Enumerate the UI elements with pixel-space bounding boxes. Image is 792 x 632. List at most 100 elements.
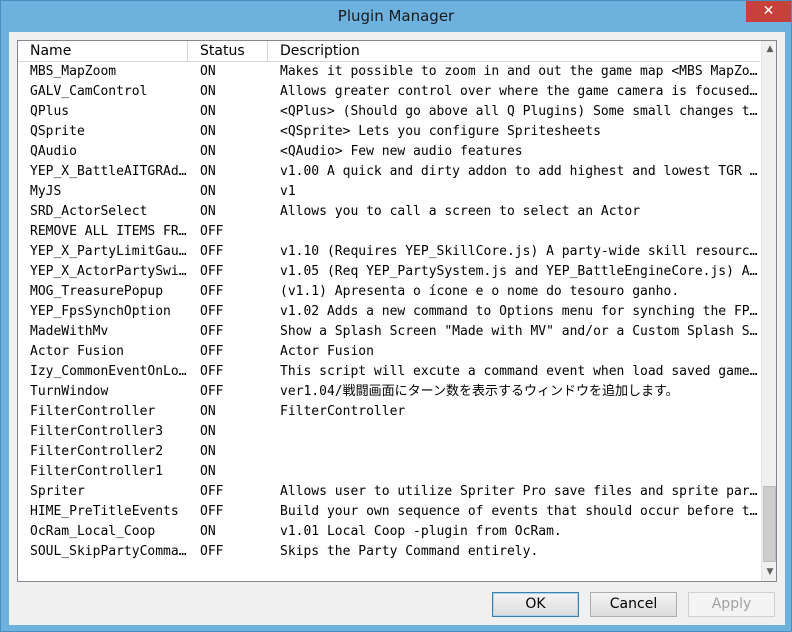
table-row[interactable]: YEP_X_PartyLimitGauge OFF v1.10 (Requires …	[18, 242, 760, 262]
plugin-description: v1.00 A quick and dirty addon to add hig…	[280, 164, 758, 179]
plugin-description: Allows user to utilize Spriter Pro save …	[280, 484, 758, 499]
scroll-up-icon[interactable]: ▲	[762, 41, 776, 58]
table-row[interactable]: SOUL_SkipPartyCommand OFF Skips the Party …	[18, 542, 760, 562]
plugin-name: FilterController2	[30, 444, 164, 459]
plugin-status: ON	[200, 524, 216, 539]
plugin-name: REMOVE ALL ITEMS FROM…	[30, 224, 194, 239]
plugin-description: <QAudio> Few new audio features	[280, 144, 523, 159]
table-row[interactable]: MOG_TreasurePopup OFF (v1.1) Apresenta o í…	[18, 282, 760, 302]
table-row[interactable]: HIME_PreTitleEvents OFF Build your own seq…	[18, 502, 760, 522]
plugin-name: YEP_X_PartyLimitGauge	[30, 244, 194, 259]
plugin-name: Izy_CommonEventOnLoad	[30, 364, 194, 379]
table-row[interactable]: QAudio ON <QAudio> Few new audio features	[18, 142, 760, 162]
table-row[interactable]: OcRam_Local_Coop ON v1.01 Local Coop -plug…	[18, 522, 760, 542]
plugin-status: OFF	[200, 264, 224, 279]
column-header-name[interactable]: Name	[18, 41, 188, 62]
plugin-status: OFF	[200, 224, 224, 239]
plugin-description	[280, 222, 758, 242]
plugin-description: Makes it possible to zoom in and out the…	[280, 64, 758, 79]
plugin-description: This script will excute a command event …	[280, 364, 758, 379]
title-bar[interactable]: Plugin Manager ✕	[1, 1, 791, 32]
plugin-description	[280, 462, 758, 482]
scroll-down-icon[interactable]: ▼	[762, 564, 776, 581]
table-row[interactable]: FilterController2 ON	[18, 442, 760, 462]
plugin-description: v1.10 (Requires YEP_SkillCore.js) A part…	[280, 244, 758, 259]
plugin-status: ON	[200, 124, 216, 139]
table-row[interactable]: YEP_X_ActorPartySwitch OFF v1.05 (Req YEP_…	[18, 262, 760, 282]
table-row[interactable]: TurnWindow OFF ver1.04/戦闘画面にターン数を表示するウィンドウ…	[18, 382, 760, 402]
plugin-status: ON	[200, 84, 216, 99]
table-row[interactable]: Izy_CommonEventOnLoad OFF This script will…	[18, 362, 760, 382]
plugin-name: Spriter	[30, 484, 85, 499]
plugin-name: YEP_X_BattleAITGRAddon	[30, 164, 194, 179]
plugin-description: Allows greater control over where the ga…	[280, 84, 758, 99]
plugin-name: YEP_X_ActorPartySwitch	[30, 264, 194, 279]
cancel-button[interactable]: Cancel	[590, 592, 677, 617]
plugin-name: FilterController3	[30, 424, 164, 439]
plugin-description: <QSprite> Lets you configure Spritesheet…	[280, 124, 601, 139]
plugin-name: FilterController	[30, 404, 156, 419]
close-icon[interactable]: ✕	[746, 1, 791, 22]
plugin-description	[280, 422, 758, 442]
table-row[interactable]: FilterController1 ON	[18, 462, 760, 482]
plugin-name: Actor Fusion	[30, 344, 124, 359]
scrollbar-thumb[interactable]	[763, 486, 776, 562]
plugin-name: SOUL_SkipPartyCommand	[30, 544, 194, 559]
plugin-name: MBS_MapZoom	[30, 64, 117, 79]
plugin-name: MyJS	[30, 184, 62, 199]
plugin-description: v1	[280, 184, 296, 199]
plugin-status: OFF	[200, 324, 224, 339]
table-row[interactable]: REMOVE ALL ITEMS FROM… OFF	[18, 222, 760, 242]
plugin-status: ON	[200, 164, 216, 179]
plugin-list[interactable]: Name Status Description MBS_MapZoom ON Mak…	[17, 40, 777, 582]
plugin-name: QPlus	[30, 104, 70, 119]
table-row[interactable]: MyJS ON v1	[18, 182, 760, 202]
table-row[interactable]: Actor Fusion OFF Actor Fusion	[18, 342, 760, 362]
plugin-description	[280, 442, 758, 462]
table-row[interactable]: Spriter OFF Allows user to utilize Spriter…	[18, 482, 760, 502]
table-row[interactable]: MBS_MapZoom ON Makes it possible to zoom i…	[18, 62, 760, 82]
plugin-description: v1.05 (Req YEP_PartySystem.js and YEP_Ba…	[280, 264, 758, 279]
apply-button[interactable]: Apply	[688, 592, 775, 617]
plugin-rows: MBS_MapZoom ON Makes it possible to zoom i…	[18, 62, 760, 581]
table-row[interactable]: FilterController3 ON	[18, 422, 760, 442]
plugin-description: (v1.1) Apresenta o ícone e o nome do tes…	[280, 284, 680, 299]
table-row[interactable]: FilterController ON FilterController	[18, 402, 760, 422]
table-row[interactable]: GALV_CamControl ON Allows greater control …	[18, 82, 760, 102]
plugin-name: MadeWithMv	[30, 324, 109, 339]
ok-button[interactable]: OK	[492, 592, 579, 617]
plugin-description: ver1.04/戦闘画面にターン数を表示するウィンドウを追加します。	[280, 384, 679, 399]
column-header-status[interactable]: Status	[188, 41, 268, 62]
table-row[interactable]: SRD_ActorSelect ON Allows you to call a sc…	[18, 202, 760, 222]
plugin-status: OFF	[200, 504, 224, 519]
plugin-description: v1.02 Adds a new command to Options menu…	[280, 304, 758, 319]
plugin-name: MOG_TreasurePopup	[30, 284, 164, 299]
plugin-status: ON	[200, 64, 216, 79]
table-row[interactable]: MadeWithMv OFF Show a Splash Screen "Made …	[18, 322, 760, 342]
table-row[interactable]: YEP_FpsSynchOption OFF v1.02 Adds a new co…	[18, 302, 760, 322]
table-row[interactable]: QSprite ON <QSprite> Lets you configure Sp…	[18, 122, 760, 142]
plugin-name: QAudio	[30, 144, 77, 159]
window-title: Plugin Manager	[337, 7, 455, 25]
plugin-name: OcRam_Local_Coop	[30, 524, 156, 539]
table-row[interactable]: QPlus ON <QPlus> (Should go above all Q Pl…	[18, 102, 760, 122]
plugin-name: SRD_ActorSelect	[30, 204, 148, 219]
plugin-status: ON	[200, 104, 216, 119]
list-header: Name Status Description	[18, 41, 760, 62]
plugin-description: Actor Fusion	[280, 344, 374, 359]
plugin-status: OFF	[200, 384, 224, 399]
plugin-description: Build your own sequence of events that s…	[280, 504, 758, 519]
table-row[interactable]: YEP_X_BattleAITGRAddon ON v1.00 A quick an…	[18, 162, 760, 182]
plugin-manager-window: Plugin Manager ✕ Name Status Description…	[0, 0, 792, 632]
plugin-status: OFF	[200, 284, 224, 299]
plugin-status: ON	[200, 464, 216, 479]
vertical-scrollbar[interactable]: ▲ ▼	[761, 41, 776, 581]
plugin-status: OFF	[200, 344, 224, 359]
plugin-name: YEP_FpsSynchOption	[30, 304, 171, 319]
plugin-name: TurnWindow	[30, 384, 109, 399]
plugin-status: OFF	[200, 244, 224, 259]
plugin-status: ON	[200, 184, 216, 199]
column-header-description[interactable]: Description	[268, 41, 760, 62]
plugin-status: OFF	[200, 364, 224, 379]
plugin-status: OFF	[200, 544, 224, 559]
